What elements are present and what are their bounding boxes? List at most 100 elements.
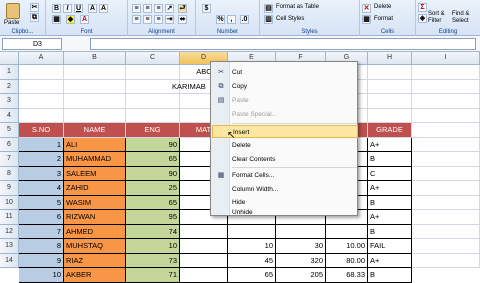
name-cell[interactable]: ZAHID: [64, 181, 126, 196]
cell[interactable]: [412, 94, 480, 109]
eng-cell[interactable]: 73: [126, 253, 180, 268]
value-cell[interactable]: 10: [228, 239, 276, 254]
orientation-icon[interactable]: ↗: [165, 4, 174, 13]
cell[interactable]: [412, 166, 480, 181]
column-header-c[interactable]: C: [126, 52, 180, 65]
column-header-b[interactable]: B: [64, 52, 126, 65]
grade-cell[interactable]: A+: [368, 253, 412, 268]
copy-icon[interactable]: ⧉: [30, 13, 39, 22]
row-header-1[interactable]: 1: [0, 65, 19, 80]
row-header-5[interactable]: 5: [0, 123, 19, 138]
name-cell[interactable]: AKBER: [64, 268, 126, 283]
value-cell[interactable]: [326, 224, 368, 239]
cell[interactable]: [412, 137, 480, 152]
merge-center-icon[interactable]: ⬌: [178, 15, 187, 24]
eng-cell[interactable]: 90: [126, 137, 180, 152]
cell[interactable]: [126, 65, 180, 80]
value-cell[interactable]: 320: [276, 253, 326, 268]
value-cell[interactable]: 80.00: [326, 253, 368, 268]
clear-icon[interactable]: ◈: [418, 14, 427, 23]
sno-cell[interactable]: 7: [19, 224, 64, 239]
row-header-7[interactable]: 7: [0, 152, 19, 167]
cell[interactable]: [368, 108, 412, 123]
paste-button-label[interactable]: Paste: [4, 20, 19, 26]
comma-button[interactable]: ,: [227, 15, 236, 24]
font-shrink-icon[interactable]: A: [99, 4, 108, 13]
cell[interactable]: [412, 181, 480, 196]
conditional-formatting-icon[interactable]: ▤: [264, 4, 273, 13]
cell[interactable]: [19, 65, 64, 80]
format-cells-button[interactable]: Format: [374, 16, 393, 22]
mat-cell[interactable]: [180, 253, 228, 268]
row-header-13[interactable]: 13: [0, 239, 19, 254]
value-cell[interactable]: 45: [228, 253, 276, 268]
column-header-a[interactable]: A: [19, 52, 64, 65]
cell[interactable]: [126, 108, 180, 123]
row-header-6[interactable]: 6: [0, 137, 19, 152]
cell[interactable]: [19, 79, 64, 94]
grade-cell[interactable]: C: [368, 166, 412, 181]
row-header-4[interactable]: 4: [0, 108, 19, 123]
cell-styles-icon[interactable]: ▥: [264, 15, 273, 24]
value-cell[interactable]: 30: [276, 239, 326, 254]
name-cell[interactable]: WASIM: [64, 195, 126, 210]
sno-cell[interactable]: 6: [19, 210, 64, 225]
cell[interactable]: [19, 108, 64, 123]
eng-cell[interactable]: 25: [126, 181, 180, 196]
mat-cell[interactable]: [180, 268, 228, 283]
cell[interactable]: [368, 79, 412, 94]
row-header-8[interactable]: 8: [0, 166, 19, 181]
mat-cell[interactable]: [180, 224, 228, 239]
grade-cell[interactable]: A+: [368, 137, 412, 152]
menu-item-hide[interactable]: Hide: [212, 196, 358, 209]
align-bottom-icon[interactable]: ≡: [154, 4, 163, 13]
menu-item-unhide[interactable]: Unhide: [212, 209, 358, 217]
row-header-9[interactable]: 9: [0, 181, 19, 196]
sno-cell[interactable]: 4: [19, 181, 64, 196]
menu-item-column-width[interactable]: Column Width...: [212, 183, 358, 196]
value-cell[interactable]: 10.00: [326, 239, 368, 254]
formula-input[interactable]: [90, 38, 476, 50]
eng-cell[interactable]: 65: [126, 152, 180, 167]
name-cell[interactable]: ALI: [64, 137, 126, 152]
font-grow-icon[interactable]: A: [88, 4, 97, 13]
row-header-12[interactable]: 12: [0, 224, 19, 239]
paste-icon[interactable]: [6, 3, 20, 19]
mat-cell[interactable]: [180, 239, 228, 254]
grade-cell[interactable]: B: [368, 152, 412, 167]
align-center-icon[interactable]: ≡: [143, 15, 152, 24]
indent-icon[interactable]: ⇥: [165, 15, 174, 24]
find-select-button[interactable]: Find &: [452, 11, 469, 17]
cut-icon[interactable]: ✂: [30, 3, 39, 12]
cell[interactable]: [64, 65, 126, 80]
percent-button[interactable]: %: [216, 15, 225, 24]
bold-icon[interactable]: B: [52, 4, 61, 13]
borders-icon[interactable]: ▦: [52, 15, 61, 24]
name-cell[interactable]: MUHSTAQ: [64, 239, 126, 254]
sno-cell[interactable]: 8: [19, 239, 64, 254]
select-all-corner[interactable]: [0, 52, 19, 65]
row-header-10[interactable]: 10: [0, 195, 19, 210]
wrap-text-icon[interactable]: ⮐: [178, 4, 187, 13]
row-header-3[interactable]: 3: [0, 94, 19, 109]
eng-cell[interactable]: 65: [126, 195, 180, 210]
cell-styles-button[interactable]: Cell Styles: [276, 16, 304, 22]
autosum-icon[interactable]: Σ: [418, 3, 427, 12]
value-cell[interactable]: 68.33: [326, 268, 368, 283]
cell[interactable]: [368, 65, 412, 80]
increase-decimal-icon[interactable]: .0: [240, 15, 249, 24]
sno-cell[interactable]: 3: [19, 166, 64, 181]
column-header-h[interactable]: H: [368, 52, 412, 65]
value-cell[interactable]: [276, 224, 326, 239]
cell[interactable]: [412, 195, 480, 210]
menu-item-paste-special[interactable]: Paste Special...: [212, 108, 358, 121]
menu-item-copy[interactable]: ⧉ Copy: [212, 80, 358, 93]
value-cell[interactable]: [228, 224, 276, 239]
eng-cell[interactable]: 95: [126, 210, 180, 225]
grade-cell[interactable]: B: [368, 268, 412, 283]
grade-cell[interactable]: B: [368, 195, 412, 210]
font-color-icon[interactable]: A: [80, 15, 89, 24]
cell[interactable]: [412, 224, 480, 239]
cell[interactable]: [126, 94, 180, 109]
italic-icon[interactable]: I: [63, 4, 72, 13]
